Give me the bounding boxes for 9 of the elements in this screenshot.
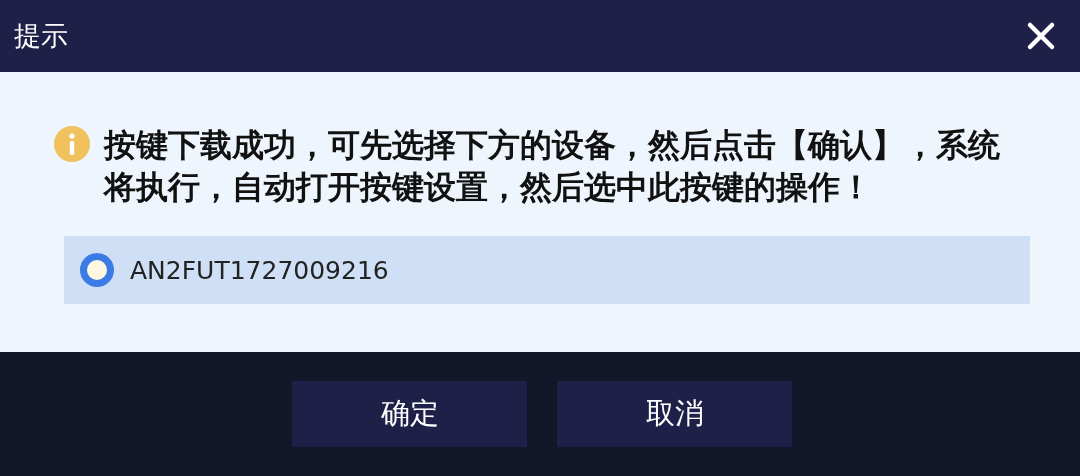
dialog-button[interactable]: 确定 (292, 381, 527, 447)
info-icon (54, 126, 90, 162)
message-text: 按键下载成功，可先选择下方的设备，然后点击【确认】，系统将执行，自动打开按键设置，然后选中此按键的操作！ (104, 125, 1001, 208)
device-name: AN2FUT1727009216 (130, 255, 389, 285)
radio-button[interactable] (80, 253, 114, 287)
dialog-button[interactable]: 取消 (557, 381, 792, 447)
device-option[interactable]: AN2FUT1727009216 (64, 236, 1030, 304)
window-title: 提示 (14, 19, 68, 53)
close-icon[interactable] (1026, 21, 1056, 51)
